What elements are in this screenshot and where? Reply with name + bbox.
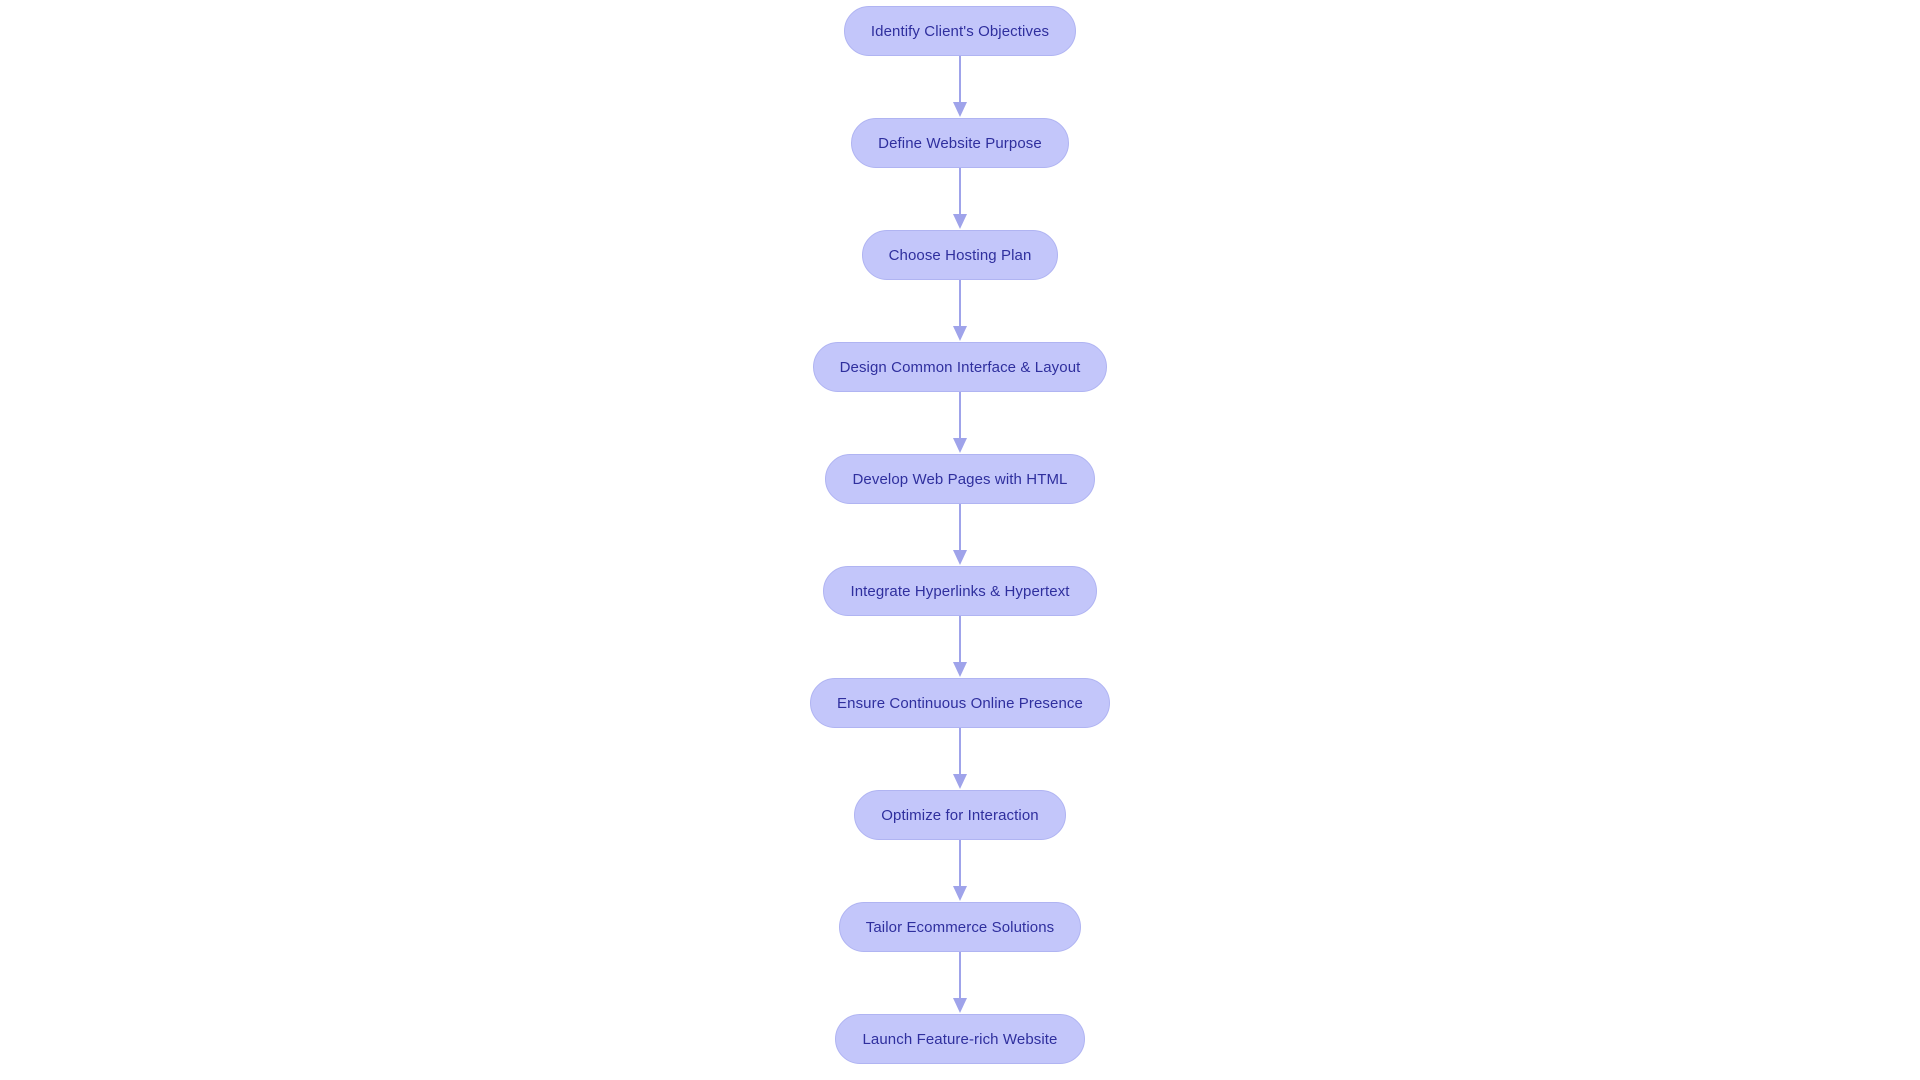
arrow-down-icon: [953, 392, 967, 453]
arrow-down-icon: [953, 728, 967, 789]
flowchart-node-label: Tailor Ecommerce Solutions: [865, 918, 1055, 936]
flowchart-node-column: Identify Client's Objectives Define Websi…: [0, 0, 1920, 1064]
flowchart-node-n5[interactable]: Develop Web Pages with HTML: [825, 454, 1095, 504]
flow-step: Design Common Interface & Layout: [812, 342, 1108, 392]
flow-step: Tailor Ecommerce Solutions: [838, 902, 1082, 952]
flowchart-canvas: Identify Client's Objectives Define Websi…: [0, 0, 1920, 1080]
flowchart-node-label: Design Common Interface & Layout: [839, 358, 1081, 376]
flowchart-node-label: Develop Web Pages with HTML: [852, 470, 1068, 488]
flowchart-node-label: Define Website Purpose: [878, 134, 1042, 152]
flowchart-node-n4[interactable]: Design Common Interface & Layout: [812, 342, 1108, 392]
arrow-down-icon: [953, 840, 967, 901]
flowchart-edge-n6-to-n7: [947, 616, 973, 678]
flow-step: Define Website Purpose: [851, 118, 1069, 168]
flowchart-node-label: Optimize for Interaction: [881, 806, 1039, 824]
arrow-down-icon: [953, 56, 967, 117]
flow-step: Identify Client's Objectives: [843, 6, 1077, 56]
flowchart-node-n7[interactable]: Ensure Continuous Online Presence: [810, 678, 1110, 728]
flowchart-node-label: Identify Client's Objectives: [870, 22, 1050, 40]
flowchart-node-label: Integrate Hyperlinks & Hypertext: [850, 582, 1070, 600]
flowchart-edge-n5-to-n6: [947, 504, 973, 566]
flowchart-edge-n7-to-n8: [947, 728, 973, 790]
flowchart-node-n6[interactable]: Integrate Hyperlinks & Hypertext: [823, 566, 1097, 616]
flowchart-node-n8[interactable]: Optimize for Interaction: [854, 790, 1066, 840]
flow-step: Launch Feature-rich Website: [835, 1014, 1085, 1064]
arrow-down-icon: [953, 168, 967, 229]
flow-step: Integrate Hyperlinks & Hypertext: [823, 566, 1097, 616]
flowchart-edge-n2-to-n3: [947, 168, 973, 230]
flowchart-edge-n4-to-n5: [947, 392, 973, 454]
arrow-down-icon: [953, 952, 967, 1013]
flowchart-node-n3[interactable]: Choose Hosting Plan: [861, 230, 1059, 280]
flowchart-node-label: Ensure Continuous Online Presence: [837, 694, 1083, 712]
flow-step: Optimize for Interaction: [854, 790, 1066, 840]
flowchart-edge-n8-to-n9: [947, 840, 973, 902]
arrow-down-icon: [953, 280, 967, 341]
flowchart-node-label: Launch Feature-rich Website: [862, 1030, 1058, 1048]
flowchart-edge-n1-to-n2: [947, 56, 973, 118]
flowchart-edge-n3-to-n4: [947, 280, 973, 342]
flowchart-node-n10[interactable]: Launch Feature-rich Website: [835, 1014, 1085, 1064]
arrow-down-icon: [953, 504, 967, 565]
arrow-down-icon: [953, 616, 967, 677]
flowchart-edge-n9-to-n10: [947, 952, 973, 1014]
flow-step: Ensure Continuous Online Presence: [810, 678, 1110, 728]
flowchart-node-n1[interactable]: Identify Client's Objectives: [843, 6, 1077, 56]
flowchart-node-n9[interactable]: Tailor Ecommerce Solutions: [838, 902, 1082, 952]
flow-step: Choose Hosting Plan: [861, 230, 1059, 280]
flowchart-node-n2[interactable]: Define Website Purpose: [851, 118, 1069, 168]
flow-step: Develop Web Pages with HTML: [825, 454, 1095, 504]
flowchart-node-label: Choose Hosting Plan: [888, 246, 1032, 264]
